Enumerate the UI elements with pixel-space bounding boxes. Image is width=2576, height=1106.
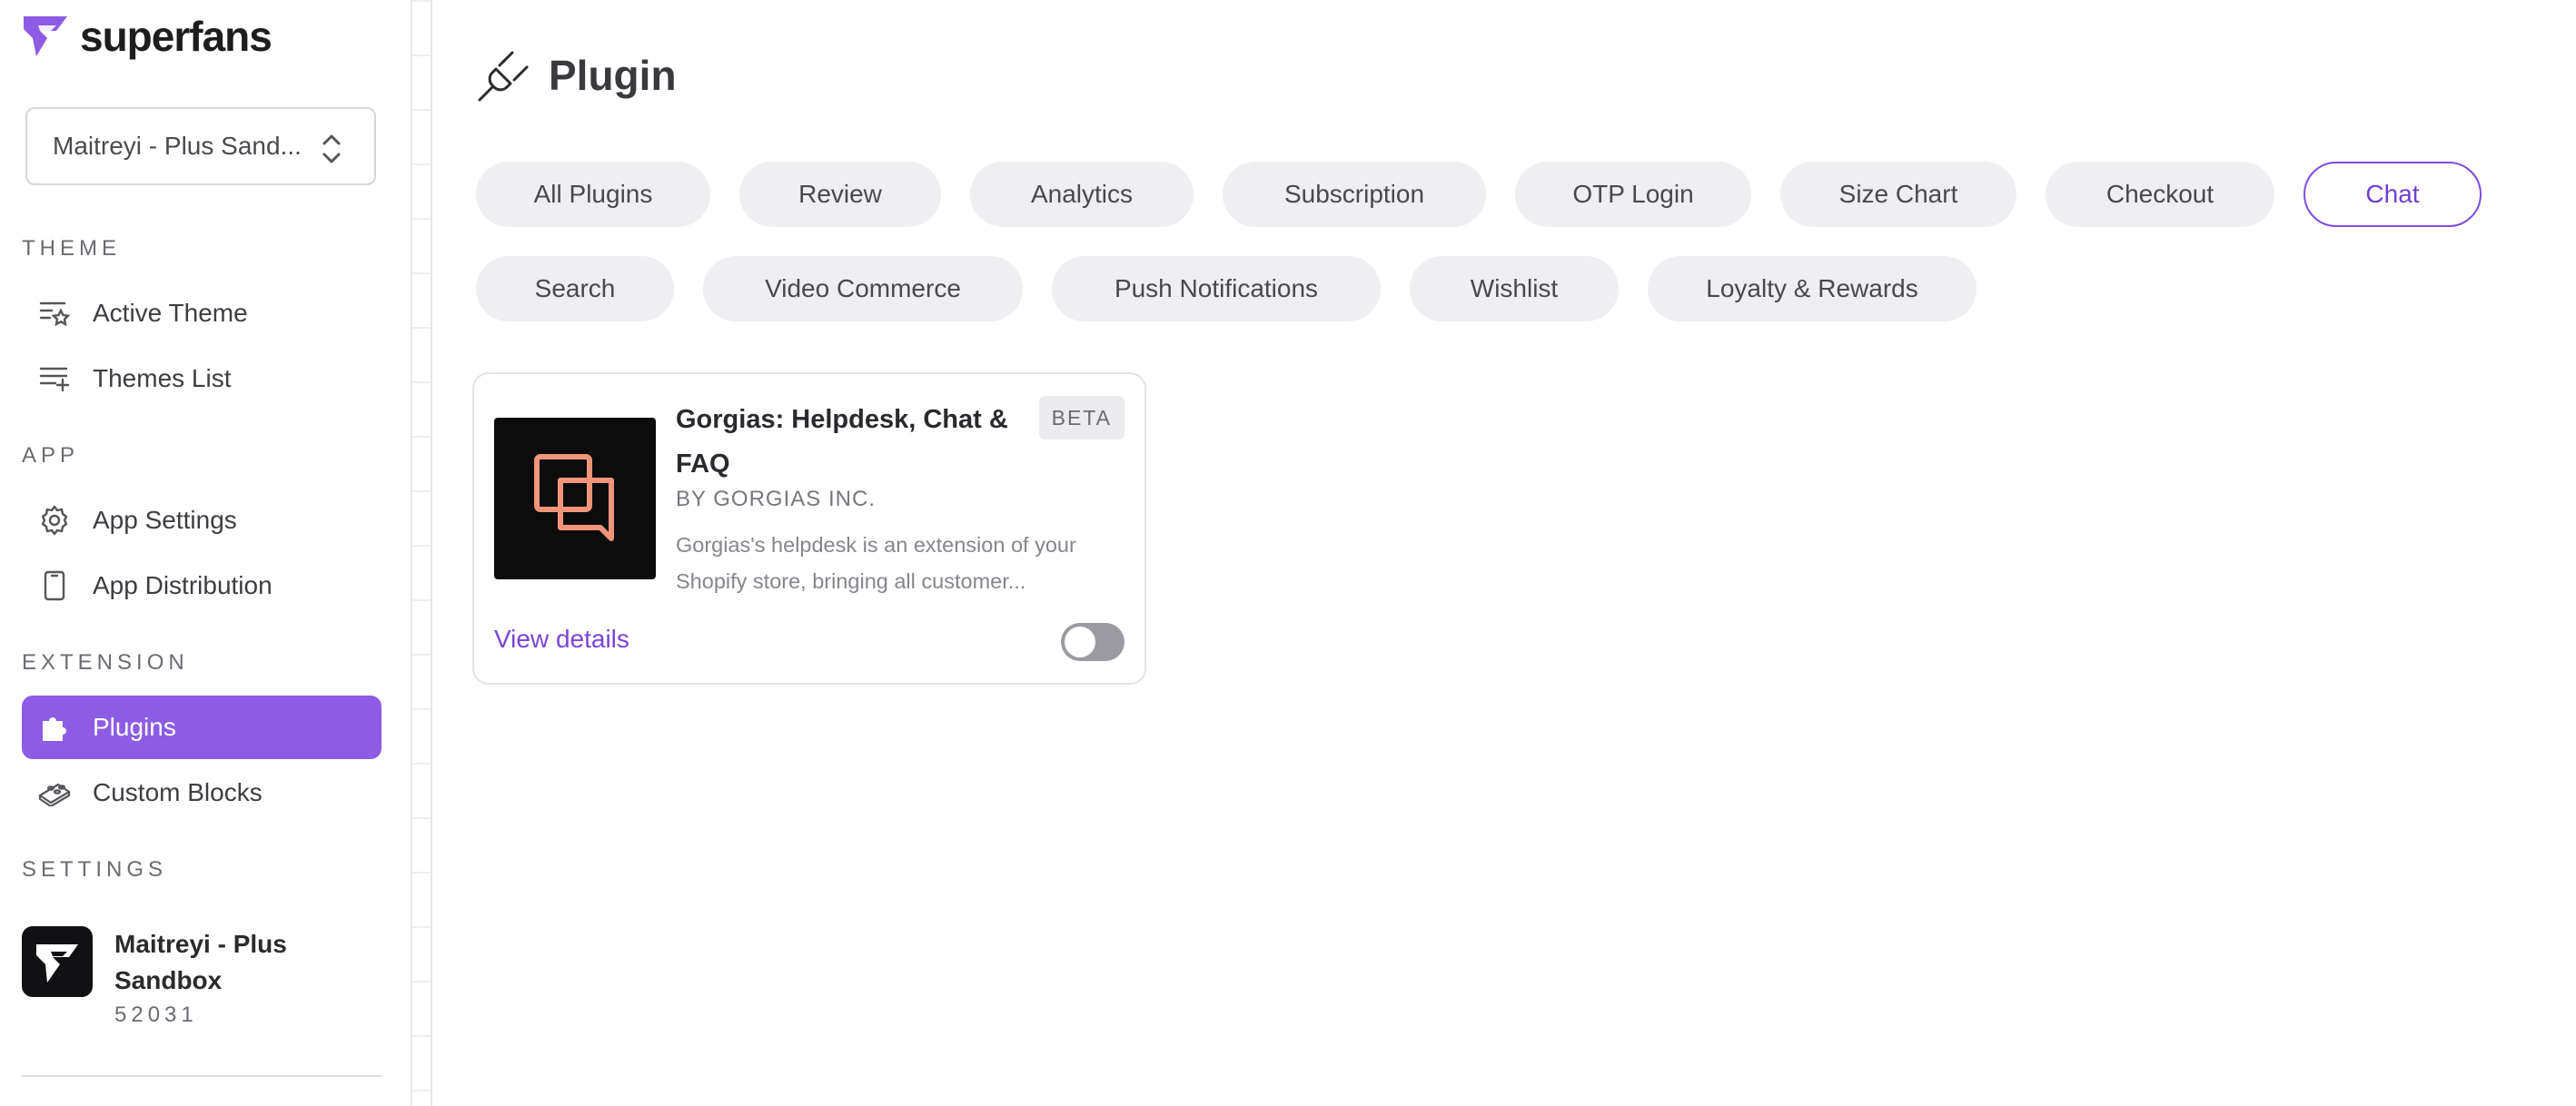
- store-selector-value: Maitreyi - Plus Sand...: [53, 132, 302, 160]
- filter-chip-checkout[interactable]: Checkout: [2046, 162, 2274, 227]
- sidebar-item-app-settings[interactable]: App Settings: [22, 489, 381, 552]
- section-label-settings: SETTINGS: [22, 857, 168, 882]
- chip-label: Subscription: [1283, 180, 1425, 208]
- brand-name: superfans: [80, 13, 272, 60]
- plugin-description: Gorgias's helpdesk is an extension of yo…: [676, 533, 1076, 593]
- filter-chip-push-notifications[interactable]: Push Notifications: [1052, 256, 1381, 321]
- avatar: [22, 926, 93, 997]
- gorgias-logo-icon: [534, 454, 614, 541]
- sidebar-item-app-distribution[interactable]: App Distribution: [22, 554, 381, 617]
- chip-label: Size Chart: [1838, 180, 1958, 208]
- filter-chip-wishlist[interactable]: Wishlist: [1410, 256, 1619, 321]
- sidebar-item-active-theme[interactable]: Active Theme: [22, 281, 381, 345]
- chip-label: Push Notifications: [1114, 274, 1319, 302]
- sidebar-item-label: Plugins: [93, 713, 176, 741]
- filter-chip-loyalty-rewards[interactable]: Loyalty & Rewards: [1648, 256, 1977, 321]
- chevron-up-down-icon: [322, 134, 341, 163]
- chip-label: Loyalty & Rewards: [1706, 274, 1918, 302]
- superfans-logo-icon: [36, 944, 78, 983]
- filter-chip-chat[interactable]: Chat: [2304, 162, 2482, 227]
- divider: [22, 1075, 381, 1077]
- plugin-card: Gorgias: Helpdesk, Chat & FAQ BETA BY GO…: [472, 372, 1146, 685]
- plugin-logo: [494, 418, 656, 579]
- filter-chip-all-plugins[interactable]: All Plugins: [476, 162, 710, 227]
- plugin-enable-toggle[interactable]: [1061, 623, 1125, 661]
- sidebar-item-label: App Settings: [93, 506, 237, 534]
- filter-chip-size-chart[interactable]: Size Chart: [1780, 162, 2016, 227]
- chip-label: Search: [534, 274, 616, 302]
- section-label-theme: THEME: [22, 236, 121, 261]
- toggle-knob: [1065, 627, 1095, 657]
- account-name: Maitreyi - Plus Sandbox: [114, 930, 287, 994]
- chip-label: Chat: [2365, 180, 2420, 208]
- main-content: Plugin All Plugins Review Analytics Subs…: [434, 0, 2576, 1106]
- list-add-icon: [38, 362, 71, 395]
- plug-icon: [478, 51, 529, 102]
- sidebar-item-label: Themes List: [93, 364, 232, 392]
- chip-label: Analytics: [1030, 180, 1134, 208]
- sidebar-item-plugins[interactable]: Plugins: [22, 696, 381, 759]
- account-id: 52031: [114, 1002, 198, 1027]
- blocks-icon: [38, 776, 71, 809]
- chip-label: OTP Login: [1572, 180, 1694, 208]
- filter-chip-analytics[interactable]: Analytics: [970, 162, 1194, 227]
- view-details-link[interactable]: View details: [494, 625, 629, 654]
- sidebar-item-label: Active Theme: [93, 299, 248, 327]
- gear-icon: [38, 504, 71, 537]
- sidebar-item-themes-list[interactable]: Themes List: [22, 347, 381, 410]
- account-card[interactable]: Maitreyi - Plus Sandbox 52031: [22, 926, 296, 1028]
- brand-logo[interactable]: superfans: [20, 11, 272, 62]
- beta-badge: BETA: [1038, 396, 1125, 439]
- filter-chip-search[interactable]: Search: [476, 256, 674, 321]
- filter-chip-review[interactable]: Review: [739, 162, 941, 227]
- page-header: Plugin: [476, 47, 677, 104]
- chip-label: Review: [798, 180, 882, 208]
- account-info: Maitreyi - Plus Sandbox 52031: [114, 926, 296, 1028]
- sidebar: superfans Maitreyi - Plus Sand... THEME …: [0, 0, 412, 1106]
- phone-icon: [38, 569, 71, 602]
- filter-chip-otp-login[interactable]: OTP Login: [1515, 162, 1751, 227]
- grid-gutter: [412, 0, 432, 1106]
- section-label-app: APP: [22, 443, 80, 468]
- sidebar-item-label: App Distribution: [93, 571, 272, 599]
- puzzle-icon: [38, 711, 71, 744]
- store-selector[interactable]: Maitreyi - Plus Sand...: [25, 107, 376, 185]
- theme-star-icon: [38, 297, 71, 330]
- section-label-extension: EXTENSION: [22, 650, 189, 675]
- chip-label: All Plugins: [533, 180, 653, 208]
- plugin-vendor: BY GORGIAS INC.: [676, 487, 876, 511]
- sidebar-item-custom-blocks[interactable]: Custom Blocks: [22, 761, 381, 825]
- plugin-title: Gorgias: Helpdesk, Chat & FAQ: [676, 405, 1008, 479]
- page-title: Plugin: [549, 52, 677, 99]
- sidebar-item-label: Custom Blocks: [93, 778, 263, 806]
- filter-chip-video-commerce[interactable]: Video Commerce: [703, 256, 1023, 321]
- chip-label: Wishlist: [1470, 274, 1559, 302]
- chip-label: Video Commerce: [765, 274, 961, 302]
- filter-chip-subscription[interactable]: Subscription: [1223, 162, 1486, 227]
- chip-label: Checkout: [2105, 180, 2214, 208]
- superfans-logo-icon: [24, 16, 67, 56]
